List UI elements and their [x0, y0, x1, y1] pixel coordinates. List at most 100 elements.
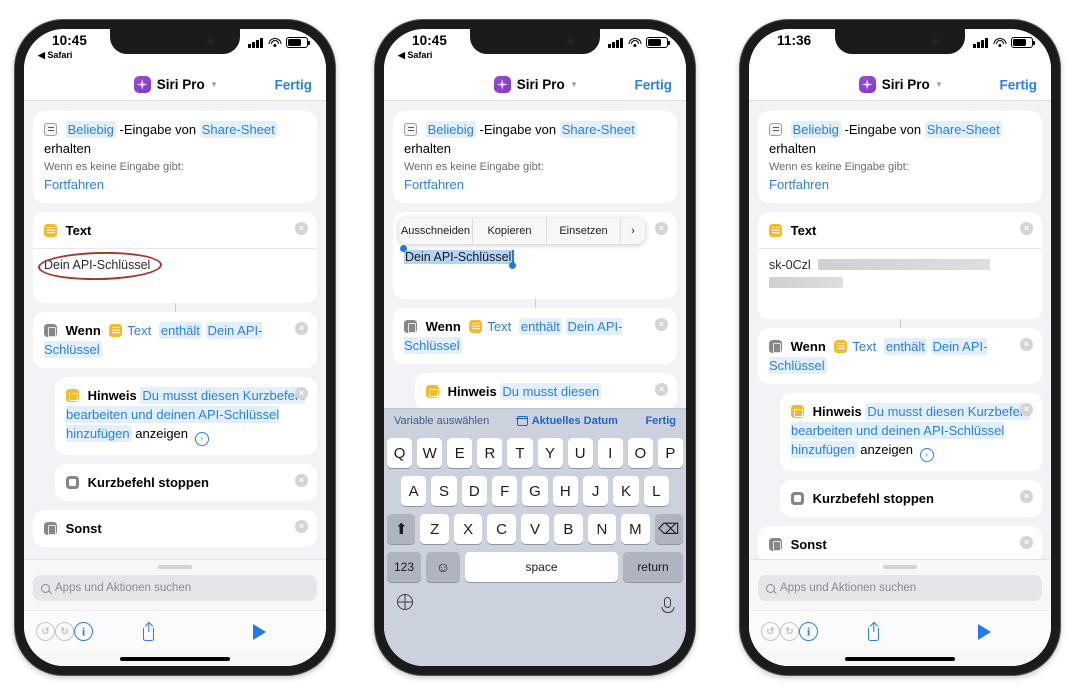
no-input-value[interactable]: Fortfahren	[769, 177, 829, 192]
share-button[interactable]	[866, 621, 881, 641]
key-j[interactable]: J	[582, 476, 609, 506]
token-share-sheet[interactable]: Share-Sheet	[924, 121, 1002, 138]
token-any[interactable]: Beliebig	[425, 121, 476, 138]
numbers-key[interactable]: 123	[387, 552, 421, 582]
token-share-sheet[interactable]: Share-Sheet	[199, 121, 277, 138]
action-card-text[interactable]: × Ausschneiden Kopieren Einsetzen › Dein…	[393, 212, 677, 299]
sheet-grabber[interactable]	[883, 565, 917, 569]
search-input[interactable]: Apps und Aktionen suchen	[758, 575, 1042, 601]
if-variable[interactable]: Text	[852, 339, 876, 354]
action-card-stop[interactable]: × Kurzbefehl stoppen	[780, 480, 1042, 517]
shift-key-icon[interactable]: ⬆	[387, 514, 416, 544]
action-card-if[interactable]: × Wenn Text enthält Dein API-Schlüssel	[393, 308, 677, 364]
redo-button[interactable]: ↻	[780, 622, 799, 641]
shortcut-title[interactable]: Siri Pro ▾	[493, 76, 577, 93]
edit-menu-copy[interactable]: Kopieren	[473, 218, 547, 244]
action-card-if[interactable]: × Wenn Text enthält Dein API-Schlüssel	[33, 312, 317, 368]
key-c[interactable]: C	[487, 514, 516, 544]
action-card-if[interactable]: × Wenn Text enthält Dein API-Schlüssel	[758, 328, 1042, 384]
remove-stop-action-button[interactable]: ×	[295, 474, 308, 487]
remove-if-action-button[interactable]: ×	[1020, 338, 1033, 351]
microphone-icon[interactable]	[664, 596, 671, 608]
action-card-text[interactable]: × Text Dein API-Schlüssel	[33, 212, 317, 303]
action-card-else[interactable]: × Sonst	[33, 510, 317, 547]
chevron-right-circle-icon[interactable]: ›	[194, 432, 209, 446]
run-shortcut-button[interactable]	[977, 623, 991, 640]
done-button[interactable]: Fertig	[999, 77, 1037, 92]
undo-button[interactable]: ↺	[36, 622, 55, 641]
action-card-stop[interactable]: × Kurzbefehl stoppen	[55, 464, 317, 501]
text-value-field[interactable]: Dein API-Schlüssel	[400, 245, 666, 290]
sheet-grabber[interactable]	[158, 565, 192, 569]
key-o[interactable]: O	[627, 438, 653, 468]
remove-note-action-button[interactable]: ×	[295, 387, 308, 400]
undo-button[interactable]: ↺	[761, 622, 780, 641]
selection-handle-right[interactable]	[509, 262, 517, 269]
info-button[interactable]: i	[799, 622, 818, 641]
action-card-note[interactable]: × Hinweis Du musst diesen Kurzbefehl bea…	[780, 393, 1042, 471]
key-n[interactable]: N	[587, 514, 617, 544]
token-any[interactable]: Beliebig	[65, 121, 116, 138]
remove-text-action-button[interactable]: ×	[295, 222, 308, 235]
edit-menu-paste[interactable]: Einsetzen	[547, 218, 621, 244]
variable-select-label[interactable]: Variable auswählen	[394, 415, 489, 427]
space-key[interactable]: space	[465, 552, 618, 582]
no-input-value[interactable]: Fortfahren	[404, 177, 464, 192]
text-value-field[interactable]: Dein API-Schlüssel	[33, 248, 317, 294]
key-e[interactable]: E	[447, 438, 473, 468]
chevron-down-icon[interactable]: ▾	[572, 79, 577, 90]
key-v[interactable]: V	[520, 514, 550, 544]
done-button[interactable]: Fertig	[274, 77, 312, 92]
key-s[interactable]: S	[431, 476, 457, 506]
remove-text-action-button[interactable]: ×	[1020, 222, 1033, 235]
remove-else-action-button[interactable]: ×	[295, 520, 308, 533]
key-q[interactable]: Q	[387, 438, 413, 468]
key-p[interactable]: P	[657, 438, 683, 468]
key-l[interactable]: L	[643, 476, 669, 506]
selected-text[interactable]: Dein API-Schlüssel	[400, 245, 517, 269]
status-back-to-safari[interactable]: ◀ Safari	[38, 50, 72, 61]
remove-stop-action-button[interactable]: ×	[1020, 490, 1033, 503]
action-card-text[interactable]: × Text sk-0Czl	[758, 212, 1042, 319]
if-variable[interactable]: Text	[487, 319, 511, 334]
text-value[interactable]: sk-0Czl	[769, 258, 811, 272]
action-card-else[interactable]: × Sonst	[758, 526, 1042, 563]
action-card-note[interactable]: × Hinweis Du musst diesen Kurzbefehl bea…	[55, 377, 317, 455]
key-h[interactable]: H	[552, 476, 578, 506]
redo-button[interactable]: ↻	[55, 622, 74, 641]
key-a[interactable]: A	[401, 476, 427, 506]
shortcut-title[interactable]: Siri Pro ▾	[133, 76, 217, 93]
search-input[interactable]: Apps und Aktionen suchen	[33, 575, 317, 601]
chevron-down-icon[interactable]: ▾	[937, 79, 942, 90]
key-x[interactable]: X	[453, 514, 483, 544]
share-button[interactable]	[141, 621, 156, 641]
key-f[interactable]: F	[492, 476, 518, 506]
key-g[interactable]: G	[522, 476, 548, 506]
run-shortcut-button[interactable]	[252, 623, 266, 640]
key-i[interactable]: I	[597, 438, 623, 468]
key-u[interactable]: U	[567, 438, 593, 468]
action-card-receive-input[interactable]: Beliebig -Eingabe von Share-Sheet erhalt…	[33, 111, 317, 203]
text-value-field[interactable]: sk-0Czl	[758, 248, 1042, 310]
chevron-right-circle-icon[interactable]: ›	[919, 448, 934, 462]
backspace-key-icon[interactable]: ⌫	[654, 514, 683, 544]
key-r[interactable]: R	[477, 438, 503, 468]
info-button[interactable]: i	[74, 622, 93, 641]
key-t[interactable]: T	[507, 438, 533, 468]
done-button[interactable]: Fertig	[634, 77, 672, 92]
key-w[interactable]: W	[417, 438, 443, 468]
keyboard-done-button[interactable]: Fertig	[645, 415, 676, 427]
key-m[interactable]: M	[621, 514, 650, 544]
return-key[interactable]: return	[623, 552, 683, 582]
key-d[interactable]: D	[461, 476, 487, 506]
no-input-value[interactable]: Fortfahren	[44, 177, 104, 192]
chevron-down-icon[interactable]: ▾	[212, 79, 217, 90]
if-operator[interactable]: enthält	[883, 338, 927, 355]
action-card-note[interactable]: × Hinweis Du musst diesen	[415, 373, 677, 410]
remove-if-action-button[interactable]: ×	[655, 318, 668, 331]
remove-note-action-button[interactable]: ×	[655, 383, 668, 396]
key-z[interactable]: Z	[420, 514, 449, 544]
if-operator[interactable]: enthält	[518, 318, 562, 335]
key-k[interactable]: K	[613, 476, 639, 506]
remove-else-action-button[interactable]: ×	[1020, 536, 1033, 549]
